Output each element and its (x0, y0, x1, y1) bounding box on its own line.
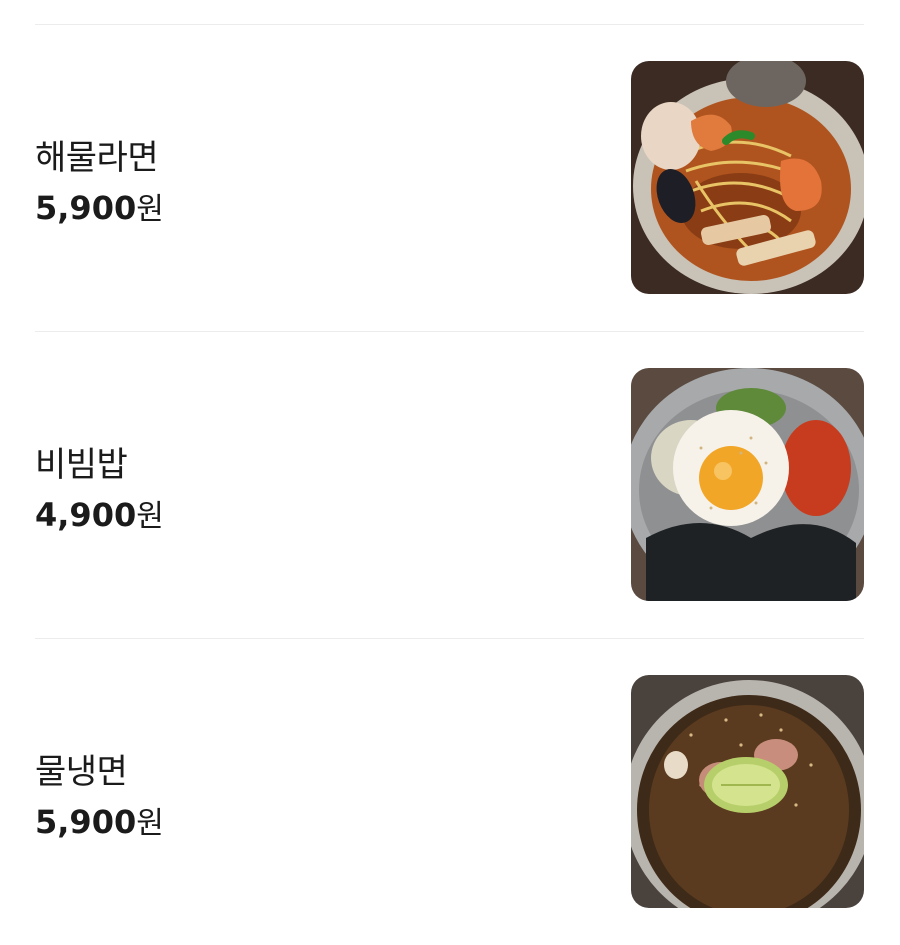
menu-item-price: 5,900원 (35, 184, 164, 228)
price-value: 5,900 (35, 803, 137, 841)
cold-noodles-photo (631, 675, 864, 908)
currency-label: 원 (136, 192, 164, 227)
menu-item-cold-noodles[interactable]: 물냉면 5,900원 (0, 638, 900, 945)
menu-item-bibimbap[interactable]: 비빔밥 4,900원 (0, 331, 900, 638)
menu-item-price: 5,900원 (35, 798, 164, 842)
menu-item-name: 해물라면 (35, 138, 159, 178)
menu-item-name: 물냉면 (35, 752, 128, 792)
currency-label: 원 (136, 499, 164, 534)
menu-item-seafood-ramen[interactable]: 해물라면 5,900원 (0, 24, 900, 331)
menu-item-name: 비빔밥 (35, 445, 128, 485)
currency-label: 원 (136, 806, 164, 841)
price-value: 5,900 (35, 189, 137, 227)
menu-item-price: 4,900원 (35, 491, 164, 535)
bibimbap-photo (631, 368, 864, 601)
price-value: 4,900 (35, 496, 137, 534)
seafood-ramen-photo (631, 61, 864, 294)
